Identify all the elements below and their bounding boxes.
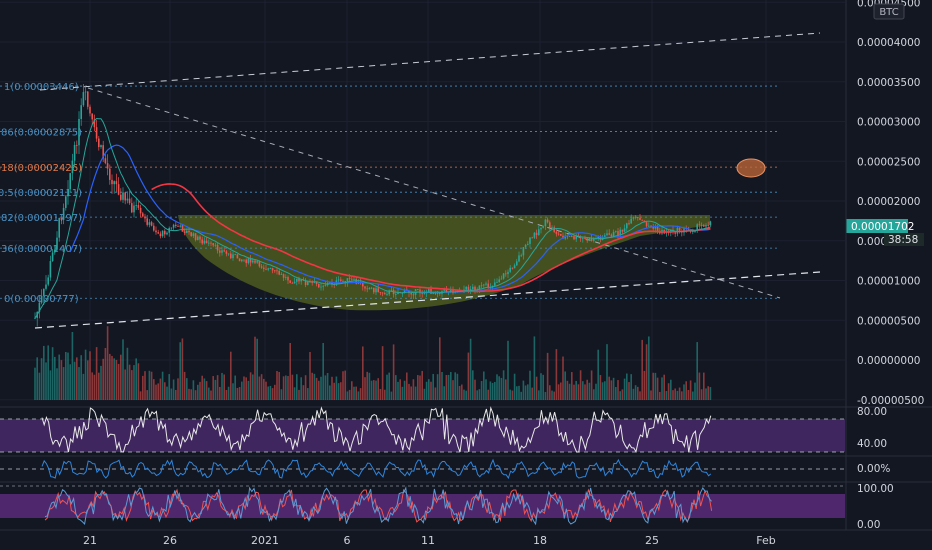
fib-level-label: 0.618(0.00002426) (0, 163, 82, 174)
time-tick-label: 18 (533, 534, 547, 547)
percent-label: 0.00% (857, 463, 890, 475)
time-tick-label: Feb (756, 534, 775, 547)
stoch-band (0, 494, 845, 518)
time-tick-label: 11 (421, 534, 435, 547)
chart-window[interactable]: 1(0.00003446)0.786(0.00002875)0.618(0.00… (0, 0, 932, 550)
price-tick-label: 0.00002500 (857, 156, 920, 168)
price-tick-label: 0.00001000 (857, 276, 920, 288)
symbol-currency-label: BTC (879, 7, 898, 18)
rsi-upper-label: 80.00 (857, 406, 887, 418)
price-chart[interactable]: 1(0.00003446)0.786(0.00002875)0.618(0.00… (0, 0, 932, 550)
price-tick-label: 0.00000500 (857, 315, 920, 327)
time-tick-label: 2021 (251, 534, 279, 547)
fib-level-label: 0.5(0.00002111) (0, 188, 82, 199)
time-tick-label: 26 (163, 534, 177, 547)
fib-level-label: 0.786(0.00002875) (0, 127, 82, 138)
stoch-pane[interactable]: 100.00 0.00 (0, 483, 894, 531)
time-tick-label: 21 (83, 534, 97, 547)
target-ellipse-annotation[interactable] (736, 158, 766, 178)
percent-pane[interactable]: 0.00% (0, 458, 890, 480)
stoch-upper-label: 100.00 (857, 483, 894, 495)
time-axis[interactable]: 21 26 2021 6 11 18 25 Feb (0, 529, 932, 547)
price-tick-label: 0.00003500 (857, 77, 920, 89)
volume-bars (34, 326, 712, 400)
rsi-pane[interactable]: 80.00 40.00 (0, 406, 887, 454)
price-tick-label: 0.00004000 (857, 37, 920, 49)
time-tick-label: 6 (344, 534, 351, 547)
stoch-lower-label: 0.00 (857, 519, 880, 531)
fib-level-label: 0.236(0.00001407) (0, 244, 82, 255)
last-price-label: 0.00001702 (851, 221, 914, 233)
fib-level-label: 0.382(0.00001797) (0, 213, 82, 224)
price-axis[interactable]: 0.000045000.000040000.000035000.00003000… (846, 0, 932, 407)
price-tick-label: 0.00002000 (857, 196, 920, 208)
price-tick-label: 0.00003000 (857, 117, 920, 129)
rsi-lower-label: 40.00 (857, 438, 887, 450)
rsi-band (0, 419, 845, 452)
time-tick-label: 25 (645, 534, 659, 547)
price-tick-label: -0.00000500 (857, 395, 924, 407)
countdown-label: 38:58 (888, 234, 918, 246)
price-tick-label: 0.00000000 (857, 355, 920, 367)
